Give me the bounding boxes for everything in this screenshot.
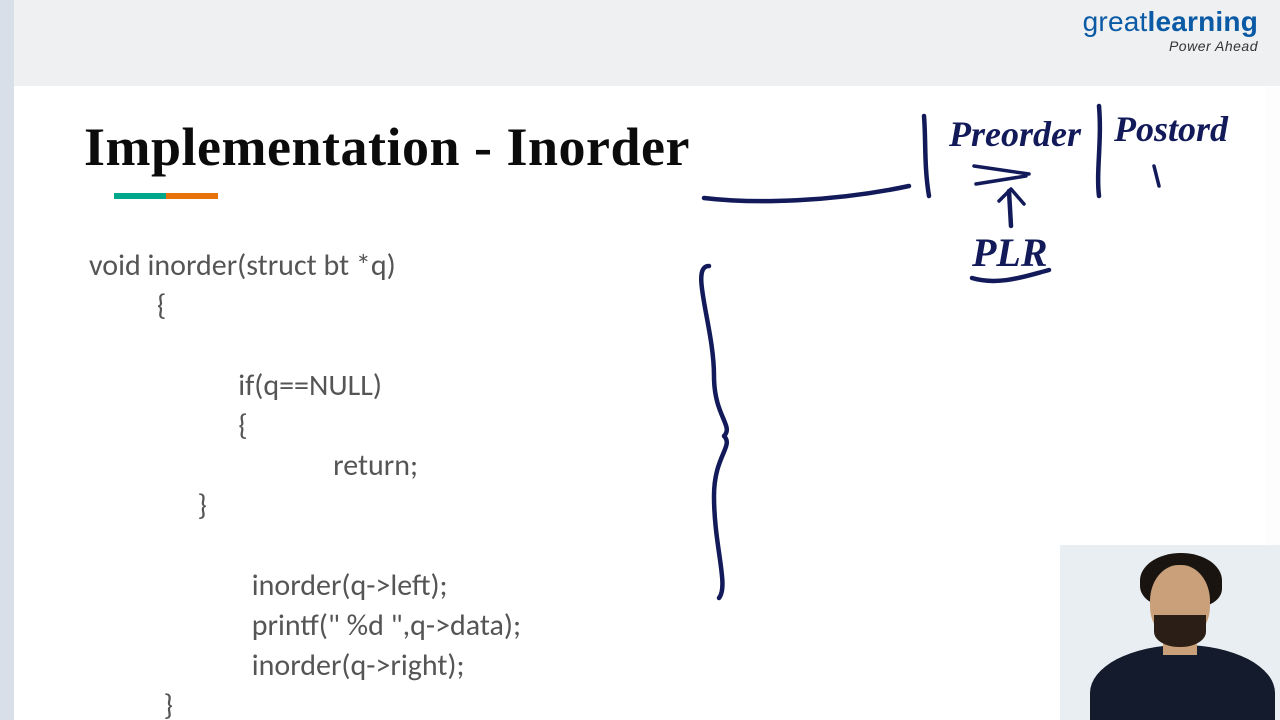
brand-part-b: learning [1147, 6, 1258, 37]
brand-logo: greatlearning Power Ahead [1083, 6, 1258, 54]
header-bar: greatlearning Power Ahead [14, 0, 1280, 86]
video-frame: greatlearning Power Ahead Implementation… [0, 0, 1280, 720]
brand-line: greatlearning [1083, 6, 1258, 38]
annot-preorder: Preorder [948, 114, 1082, 154]
accent-seg-orange [166, 193, 218, 199]
presenter-beard [1154, 615, 1206, 647]
left-gutter [0, 0, 14, 720]
slide-title: Implementation - Inorder [84, 116, 690, 178]
presenter-body [1090, 645, 1275, 720]
code-block: void inorder(struct bt *q) { if(q==NULL)… [89, 246, 521, 720]
annot-postorder: Postord [1113, 109, 1229, 149]
brand-part-a: great [1083, 6, 1148, 37]
brand-tagline: Power Ahead [1083, 38, 1258, 54]
title-accent [114, 186, 218, 192]
annot-plr: PLR [971, 230, 1048, 275]
accent-seg-teal [114, 193, 166, 199]
presenter-webcam [1060, 545, 1280, 720]
